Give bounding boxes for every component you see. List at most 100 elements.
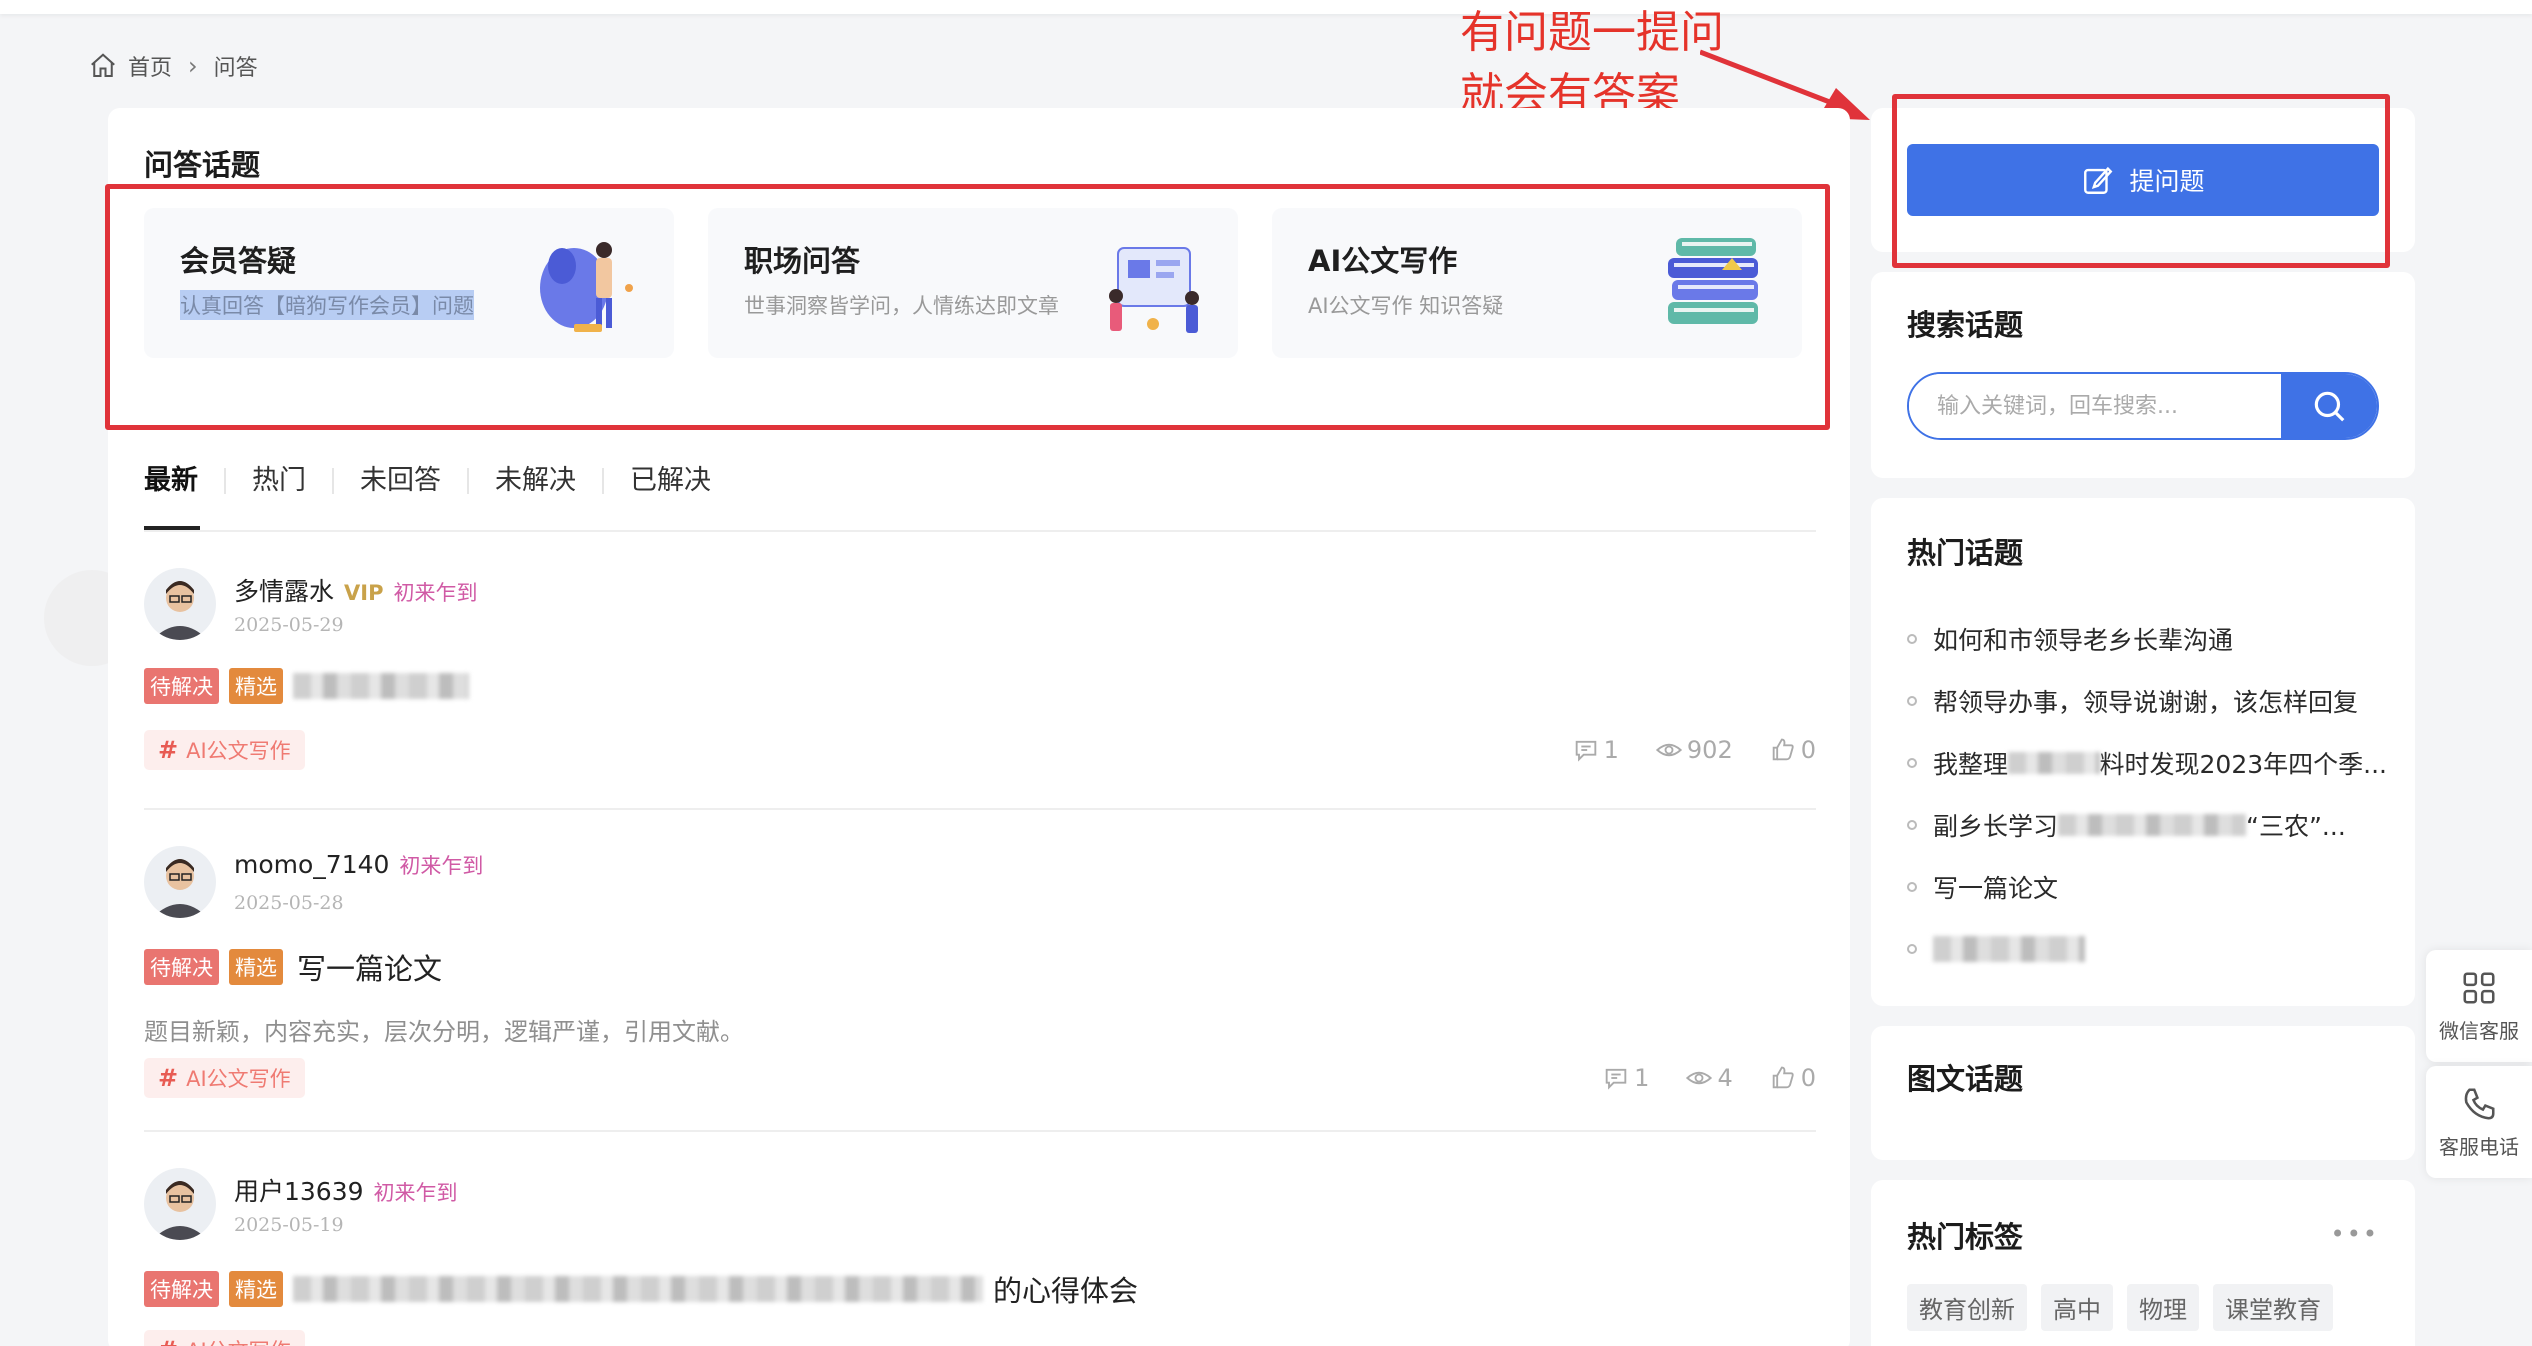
- question-title-row[interactable]: 待解决 精选 写一篇论文: [144, 946, 442, 988]
- like-count[interactable]: 0: [1769, 736, 1816, 764]
- avatar[interactable]: [144, 846, 216, 918]
- topic-tag[interactable]: #AI公文写作: [144, 730, 305, 770]
- search-box: [1907, 372, 2379, 440]
- hot-topics-card: 热门话题 如何和市领导老乡长辈沟通 帮领导办事，领导说谢谢，该怎样回复 我整理料…: [1871, 498, 2415, 1006]
- breadcrumb: 首页 › 问答: [88, 50, 258, 82]
- user-level: 初来乍到: [373, 1181, 458, 1205]
- user-level: 初来乍到: [393, 581, 478, 605]
- breadcrumb-separator: ›: [188, 52, 198, 80]
- featured-badge: 精选: [229, 949, 283, 985]
- hot-tags-list: 教育创新 高中 物理 课堂教育: [1907, 1284, 2333, 1331]
- question-desc: 题目新颖，内容充实，层次分明，逻辑严谨，引用文献。: [144, 1018, 744, 1046]
- comment-icon: [1575, 740, 1596, 762]
- question-item[interactable]: 多情露水 VIP 初来乍到 2025-05-29 待解决 精选 # AI公文写作 1 …: [144, 568, 1816, 770]
- bullet-icon: [1907, 634, 1917, 644]
- phone-service-button[interactable]: 客服电话: [2426, 1066, 2532, 1178]
- top-nav-edge: [0, 0, 2532, 14]
- comment-icon: [1605, 1068, 1627, 1090]
- phone-icon: [2464, 1087, 2495, 1120]
- question-stats: 1 902 0: [1572, 736, 1816, 764]
- annotation-highlight-ask: [1892, 94, 2390, 268]
- status-badge: 待解决: [144, 668, 219, 704]
- thumbs-up-icon: [1772, 1066, 1794, 1089]
- tag-chip[interactable]: 物理: [2127, 1284, 2199, 1331]
- more-icon[interactable]: •••: [2331, 1220, 2379, 1248]
- avatar[interactable]: [144, 568, 216, 640]
- post-date: 2025-05-29: [234, 614, 344, 636]
- question-item[interactable]: 用户13639初来乍到 2025-05-19 待解决 精选 的心得体会 #AI公…: [144, 1168, 1816, 1346]
- hot-topics-list: 如何和市领导老乡长辈沟通 帮领导办事，领导说谢谢，该怎样回复 我整理 料时发现20…: [1907, 608, 2387, 980]
- active-tab-indicator: [144, 526, 200, 530]
- picture-topics-card: 图文话题: [1871, 1026, 2415, 1160]
- home-icon[interactable]: [88, 51, 118, 81]
- hot-tags-card: 热门标签 ••• 教育创新 高中 物理 课堂教育: [1871, 1180, 2415, 1346]
- blurred-title: [293, 673, 469, 699]
- thumbs-up-icon: [1772, 738, 1794, 761]
- bullet-icon: [1907, 820, 1917, 830]
- post-date: 2025-05-28: [234, 892, 344, 914]
- user-name[interactable]: 多情露水 VIP 初来乍到: [234, 572, 477, 608]
- annotation-line1: 有问题一提问: [1460, 7, 1724, 58]
- annotation-highlight-topics: [105, 184, 1830, 430]
- search-card: 搜索话题: [1871, 272, 2415, 478]
- hot-topic-item[interactable]: [1907, 918, 2387, 980]
- question-title[interactable]: 的心得体会: [993, 1268, 1138, 1310]
- eye-icon: [1686, 1071, 1713, 1085]
- filter-tabs: 最新 热门 未回答 未解决 已解决: [144, 467, 737, 494]
- question-title-row[interactable]: 待解决 精选 的心得体会: [144, 1268, 1138, 1310]
- topic-tag[interactable]: #AI公文写作: [144, 1330, 305, 1346]
- breadcrumb-home[interactable]: 首页: [128, 50, 172, 82]
- search-button[interactable]: [2281, 374, 2377, 438]
- hash-icon: #: [158, 1064, 179, 1092]
- view-count: 902: [1655, 736, 1733, 764]
- hot-topic-item[interactable]: 帮领导办事，领导说谢谢，该怎样回复: [1907, 670, 2387, 732]
- hot-topic-item[interactable]: 如何和市领导老乡长辈沟通: [1907, 608, 2387, 670]
- like-count[interactable]: 0: [1769, 1064, 1816, 1092]
- blurred-text: [2008, 752, 2100, 774]
- vip-badge: VIP: [344, 581, 384, 605]
- post-date: 2025-05-19: [234, 1214, 344, 1236]
- tag-chip[interactable]: 教育创新: [1907, 1284, 2027, 1331]
- comment-count[interactable]: 1: [1572, 736, 1619, 764]
- topic-tag[interactable]: #AI公文写作: [144, 1058, 305, 1098]
- question-title-row[interactable]: 待解决 精选: [144, 668, 469, 704]
- wechat-service-button[interactable]: 微信客服: [2426, 950, 2532, 1062]
- hot-topic-item[interactable]: 我整理 料时发现2023年四个季...: [1907, 732, 2387, 794]
- qr-grid-icon: [2463, 971, 2495, 1004]
- question-list-card: 最新 热门 未回答 未解决 已解决 多情露水 VIP 初来乍到 2025-05-29…: [108, 432, 1850, 1346]
- topics-title: 问答话题: [144, 148, 261, 182]
- tab-latest[interactable]: 最新: [144, 467, 224, 494]
- item-divider: [144, 1130, 1816, 1132]
- featured-badge: 精选: [229, 1271, 283, 1307]
- blurred-title: [293, 1276, 983, 1302]
- status-badge: 待解决: [144, 1271, 219, 1307]
- hot-topic-item[interactable]: 副乡长学习 “三农”...: [1907, 794, 2387, 856]
- search-input[interactable]: [1909, 374, 2281, 438]
- tag-chip[interactable]: 高中: [2041, 1284, 2113, 1331]
- tag-chip[interactable]: 课堂教育: [2213, 1284, 2333, 1331]
- tab-hot[interactable]: 热门: [224, 467, 332, 494]
- comment-count[interactable]: 1: [1602, 1064, 1649, 1092]
- bullet-icon: [1907, 944, 1917, 954]
- user-level: 初来乍到: [399, 854, 484, 878]
- user-name[interactable]: momo_7140 初来乍到: [234, 850, 483, 880]
- status-badge: 待解决: [144, 949, 219, 985]
- avatar[interactable]: [144, 1168, 216, 1240]
- tabs-divider: [144, 530, 1816, 532]
- tab-resolved[interactable]: 已解决: [602, 467, 737, 494]
- bullet-icon: [1907, 696, 1917, 706]
- bullet-icon: [1907, 758, 1917, 768]
- hot-topic-item[interactable]: 写一篇论文: [1907, 856, 2387, 918]
- tab-unanswered[interactable]: 未回答: [332, 467, 467, 494]
- search-title: 搜索话题: [1907, 308, 2024, 342]
- question-stats: 1 4 0: [1602, 1064, 1816, 1092]
- question-title[interactable]: 写一篇论文: [297, 946, 442, 988]
- view-count: 4: [1685, 1064, 1733, 1092]
- user-name[interactable]: 用户13639 初来乍到: [234, 1172, 458, 1208]
- picture-topics-title: 图文话题: [1907, 1062, 2024, 1096]
- eye-icon: [1655, 743, 1682, 757]
- featured-badge: 精选: [229, 668, 283, 704]
- question-item[interactable]: momo_7140 初来乍到 2025-05-28 待解决 精选 写一篇论文 题目…: [144, 846, 1816, 1098]
- tab-unresolved[interactable]: 未解决: [467, 467, 602, 494]
- item-divider: [144, 808, 1816, 810]
